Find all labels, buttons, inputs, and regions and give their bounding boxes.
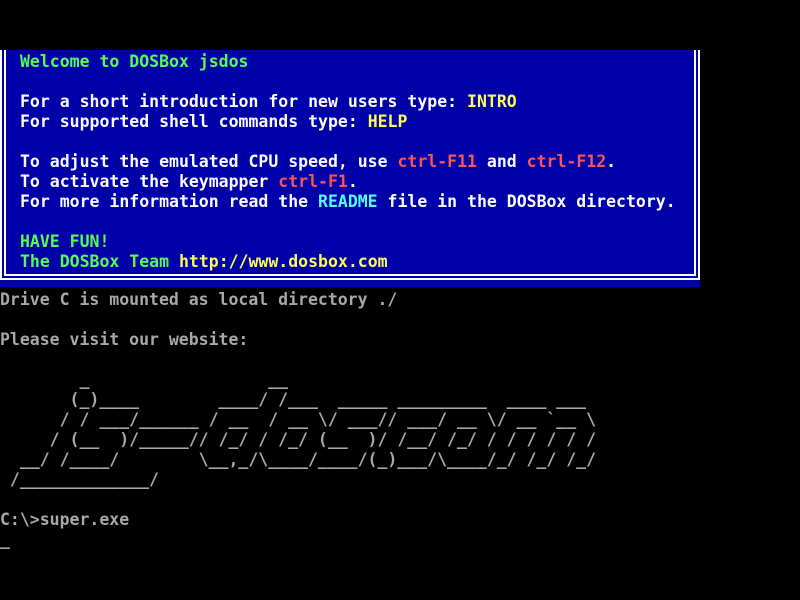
command-prompt-line: C:\>super.exe <box>0 510 129 530</box>
typed-command: super.exe <box>40 510 129 529</box>
website-message: Please visit our website: <box>0 330 248 350</box>
dosbox-welcome-box: Welcome to DOSBox jsdos For a short intr… <box>0 50 700 280</box>
mount-message: Drive C is mounted as local directory ./ <box>0 290 397 310</box>
ascii-art-logo: _ __ (_)____ ____/ /___ _____ _________ … <box>0 370 596 490</box>
cursor: _ <box>0 530 10 550</box>
dosbox-screen[interactable]: Welcome to DOSBox jsdos For a short intr… <box>0 0 800 600</box>
welcome-box-text: Welcome to DOSBox jsdos For a short intr… <box>6 50 694 272</box>
prompt-path: C:\> <box>0 510 40 529</box>
